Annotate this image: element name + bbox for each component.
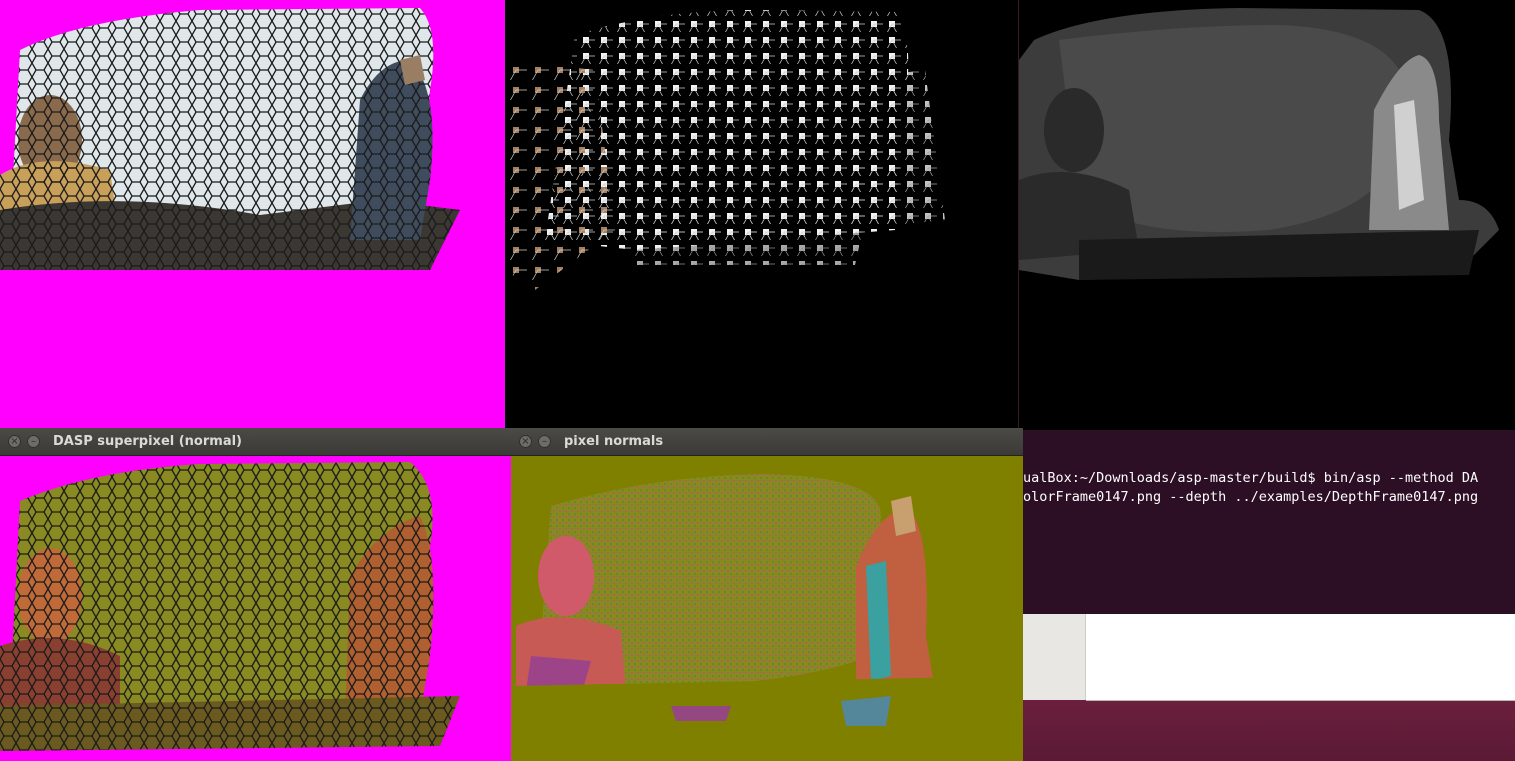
dialog-content [1086, 614, 1515, 701]
pixel-normals-image [511, 474, 1023, 761]
close-icon[interactable]: × [519, 435, 532, 448]
dasp-normal-title: DASP superpixel (normal) [53, 434, 242, 449]
dasp-normal-image [0, 462, 460, 751]
minimize-icon[interactable]: – [27, 435, 40, 448]
dialog-sidebar [1023, 614, 1086, 700]
pixel-normals-window: × – pixel normals [511, 428, 1023, 761]
superpixel-window [0, 0, 505, 428]
depth-window [1018, 0, 1515, 430]
pixel-normals-canvas [511, 456, 1023, 761]
superpixel-graph-window [505, 0, 1018, 428]
depth-image [1019, 8, 1499, 280]
pixel-normals-title: pixel normals [564, 434, 664, 449]
dasp-normal-window: × – DASP superpixel (normal) [0, 428, 511, 761]
dasp-normal-canvas [0, 456, 511, 761]
terminal-line-2: olorFrame0147.png --depth ../examples/De… [1023, 489, 1479, 505]
terminal-window[interactable]: ualBox:~/Downloads/asp-master/build$ bin… [1023, 430, 1515, 614]
superpixel-graph-image [505, 10, 945, 290]
terminal-line-1: ualBox:~/Downloads/asp-master/build$ bin… [1023, 470, 1479, 486]
minimize-icon[interactable]: – [538, 435, 551, 448]
superpixel-image [0, 8, 460, 270]
close-icon[interactable]: × [8, 435, 21, 448]
dasp-normal-titlebar: × – DASP superpixel (normal) [0, 428, 511, 456]
pixel-normals-titlebar: × – pixel normals [511, 428, 1023, 456]
